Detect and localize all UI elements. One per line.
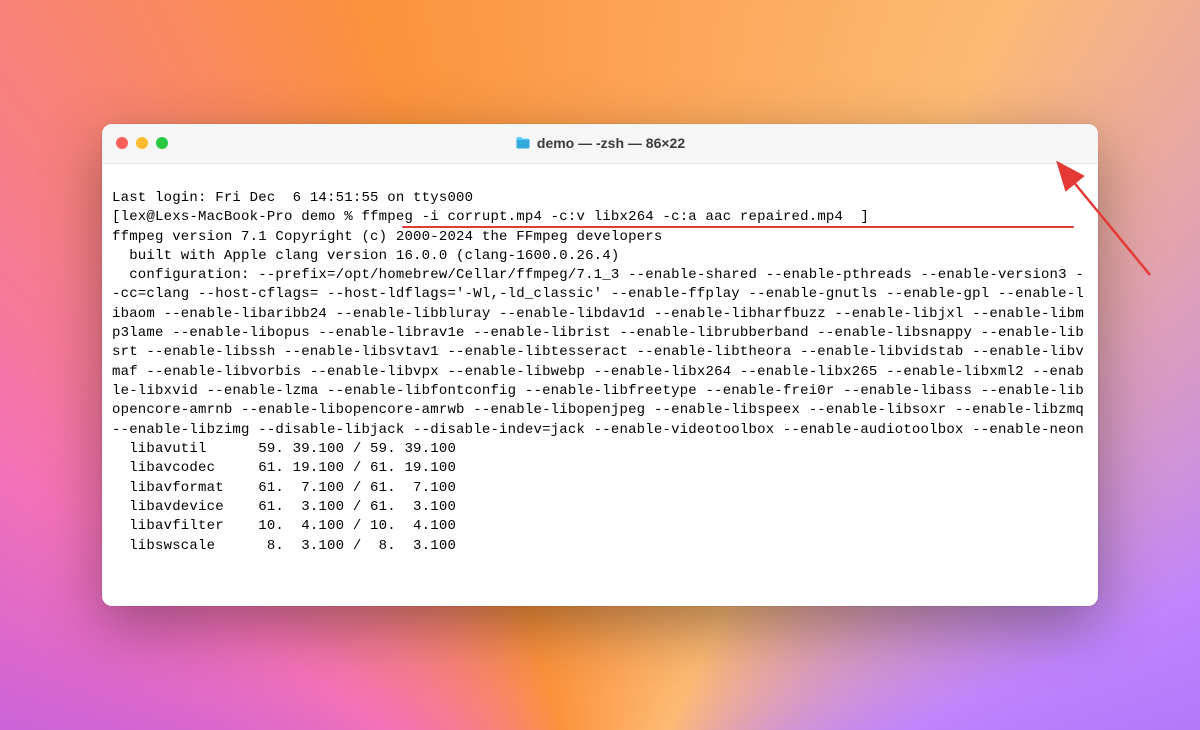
terminal-body[interactable]: Last login: Fri Dec 6 14:51:55 on ttys00… [102, 164, 1098, 607]
prompt-open-bracket: [ [112, 209, 121, 225]
prompt-close-bracket: ] [843, 209, 869, 225]
last-login-line: Last login: Fri Dec 6 14:51:55 on ttys00… [112, 189, 1088, 208]
built-with-line: built with Apple clang version 16.0.0 (c… [112, 247, 1088, 266]
lib-version-line: libswscale 8. 3.100 / 8. 3.100 [112, 537, 1088, 556]
ffmpeg-version-line: ffmpeg version 7.1 Copyright (c) 2000-20… [112, 228, 1088, 247]
folder-icon [515, 136, 531, 150]
maximize-icon[interactable] [156, 137, 168, 149]
window-title-bar[interactable]: demo — -zsh — 86×22 [102, 124, 1098, 164]
lib-version-line: libavfilter 10. 4.100 / 10. 4.100 [112, 517, 1088, 536]
lib-version-line: libavutil 59. 39.100 / 59. 39.100 [112, 440, 1088, 459]
prompt-line: [lex@Lexs-MacBook-Pro demo % ffmpeg -i c… [112, 208, 1088, 227]
lib-version-line: libavdevice 61. 3.100 / 61. 3.100 [112, 498, 1088, 517]
lib-version-line: libavformat 61. 7.100 / 61. 7.100 [112, 479, 1088, 498]
prompt-text: lex@Lexs-MacBook-Pro demo % [121, 209, 362, 225]
title-content: demo — -zsh — 86×22 [102, 135, 1098, 151]
minimize-icon[interactable] [136, 137, 148, 149]
traffic-lights [102, 137, 168, 149]
command-underline-annotation [402, 226, 1074, 228]
window-title: demo — -zsh — 86×22 [537, 135, 685, 151]
lib-version-line: libavcodec 61. 19.100 / 61. 19.100 [112, 459, 1088, 478]
close-icon[interactable] [116, 137, 128, 149]
configuration-block: configuration: --prefix=/opt/homebrew/Ce… [112, 266, 1088, 440]
command-text: ffmpeg -i corrupt.mp4 -c:v libx264 -c:a … [361, 209, 843, 225]
terminal-window: demo — -zsh — 86×22 Last login: Fri Dec … [102, 124, 1098, 607]
